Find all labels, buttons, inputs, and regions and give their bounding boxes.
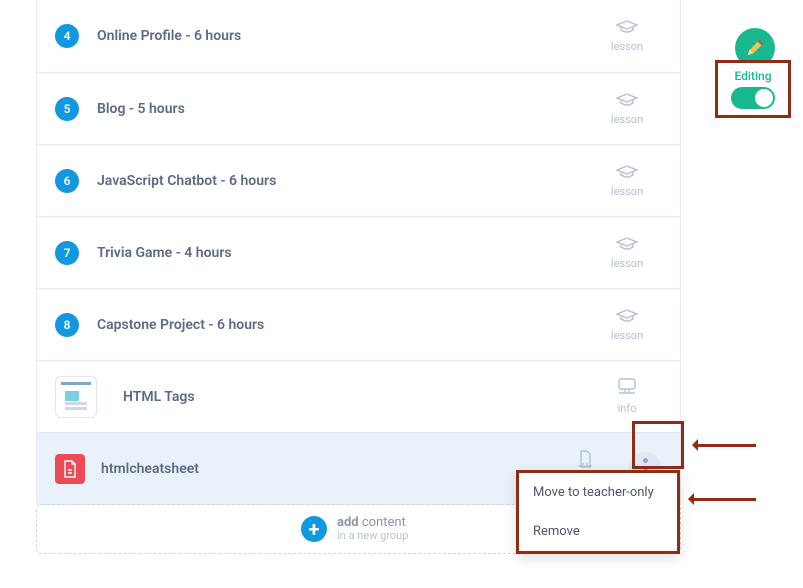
menu-move-teacher-only[interactable]: Move to teacher-only	[519, 473, 677, 512]
lesson-row[interactable]: 7 Trivia Game - 4 hours lesson	[37, 216, 680, 288]
editing-toggle-panel: Editing	[715, 60, 791, 118]
lesson-row[interactable]: 4 Online Profile - 6 hours lesson	[37, 0, 680, 72]
lesson-number-badge: 8	[55, 313, 79, 337]
pdf-badge	[55, 454, 85, 484]
lesson-number-badge: 6	[55, 169, 79, 193]
graduation-cap-icon	[616, 236, 638, 255]
lesson-row[interactable]: 5 Blog - 5 hours lesson	[37, 72, 680, 144]
graduation-cap-icon	[616, 164, 638, 183]
annotation-arrow-icon	[692, 498, 756, 501]
lesson-title: Blog - 5 hours	[97, 101, 592, 117]
graduation-cap-icon	[616, 92, 638, 111]
graduation-cap-icon	[616, 19, 638, 38]
lesson-title: Online Profile - 6 hours	[97, 28, 592, 44]
info-title: HTML Tags	[123, 389, 592, 405]
document-icon	[62, 460, 78, 478]
lesson-title: Capstone Project - 6 hours	[97, 317, 592, 333]
type-indicator: lesson	[592, 164, 662, 198]
lesson-number-badge: 4	[55, 24, 79, 48]
lesson-row[interactable]: 8 Capstone Project - 6 hours lesson	[37, 288, 680, 360]
context-menu: Move to teacher-only Remove	[516, 470, 680, 554]
type-indicator: lesson	[592, 19, 662, 53]
page-icon	[61, 382, 91, 412]
editing-label: Editing	[734, 69, 771, 83]
info-row[interactable]: HTML Tags info	[37, 360, 680, 432]
lesson-title: JavaScript Chatbot - 6 hours	[97, 173, 592, 189]
editing-toggle[interactable]	[731, 87, 775, 109]
annotation-arrow-icon	[696, 444, 756, 447]
resource-icon	[577, 450, 593, 472]
menu-remove[interactable]: Remove	[519, 512, 677, 551]
lesson-title: Trivia Game - 4 hours	[97, 245, 592, 261]
lesson-number-badge: 5	[55, 97, 79, 121]
chat-bubble-icon	[617, 378, 637, 400]
content-list: 4 Online Profile - 6 hours lesson 5 Blog…	[36, 0, 681, 505]
lesson-row[interactable]: 6 JavaScript Chatbot - 6 hours lesson	[37, 144, 680, 216]
pencil-icon	[744, 37, 766, 59]
lesson-number-badge: 7	[55, 241, 79, 265]
graduation-cap-icon	[616, 308, 638, 327]
resource-title: htmlcheatsheet	[101, 461, 550, 477]
info-thumbnail	[55, 376, 97, 418]
type-indicator: lesson	[592, 308, 662, 342]
type-indicator: lesson	[592, 92, 662, 126]
type-indicator: lesson	[592, 236, 662, 270]
plus-icon: +	[301, 516, 327, 542]
type-indicator: info	[592, 378, 662, 415]
